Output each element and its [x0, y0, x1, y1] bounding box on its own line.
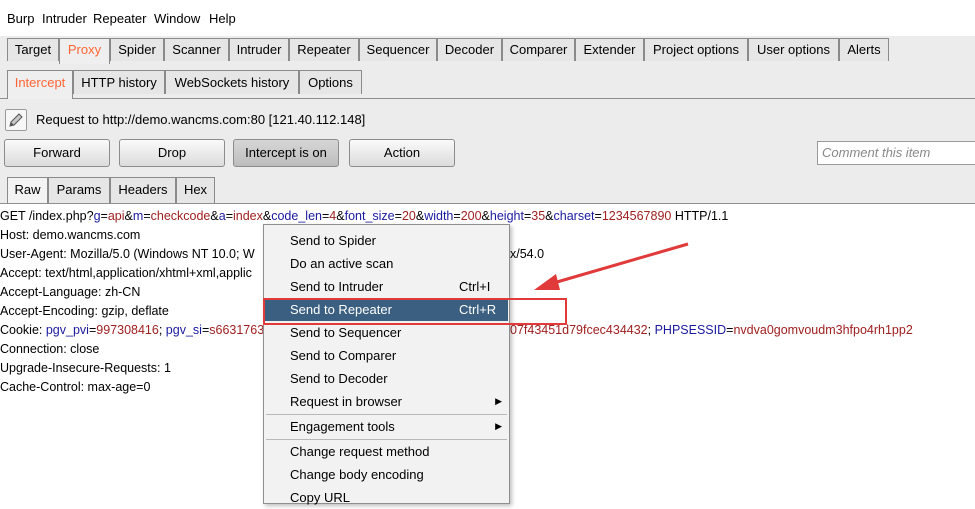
header-upgrade-insecure: Upgrade-Insecure-Requests: 1 — [0, 361, 171, 375]
tab-intruder[interactable]: Intruder — [229, 38, 289, 61]
header-cookie-tail: 07f43451d79fcec434432; PHPSESSID=nvdva0g… — [510, 323, 913, 337]
tab-alerts[interactable]: Alerts — [839, 38, 889, 61]
subtab-http-history[interactable]: HTTP history — [73, 70, 165, 94]
action-button[interactable]: Action — [349, 139, 455, 167]
editor-tab-bar: Raw Params Headers Hex — [0, 173, 975, 204]
submenu-arrow-icon: ▶ — [495, 421, 502, 431]
menu-help[interactable]: Help — [209, 11, 236, 26]
main-tab-bar: Target Proxy Spider Scanner Intruder Rep… — [0, 36, 975, 65]
request-target-label: Request to http://demo.wancms.com:80 [12… — [36, 112, 366, 127]
menu-window[interactable]: Window — [154, 11, 200, 26]
subtab-websockets-history[interactable]: WebSockets history — [165, 70, 299, 94]
header-accept-encoding: Accept-Encoding: gzip, deflate — [0, 304, 169, 318]
menu-item-send-to-spider[interactable]: Send to Spider — [265, 229, 508, 252]
tab-scanner[interactable]: Scanner — [164, 38, 229, 61]
comment-input[interactable]: Comment this item — [817, 141, 975, 165]
tab-comparer[interactable]: Comparer — [502, 38, 575, 61]
subtab-intercept[interactable]: Intercept — [7, 70, 73, 99]
menu-item-copy-url[interactable]: Copy URL — [265, 486, 508, 509]
menu-item-active-scan[interactable]: Do an active scan — [265, 252, 508, 275]
menu-item-engagement-tools[interactable]: Engagement tools ▶ — [265, 415, 508, 438]
intercept-toggle-button[interactable]: Intercept is on — [233, 139, 339, 167]
header-cookie: Cookie: pgv_pvi=997308416; pgv_si=s66317… — [0, 323, 265, 337]
tab-headers[interactable]: Headers — [110, 177, 176, 203]
tab-proxy[interactable]: Proxy — [59, 38, 110, 64]
tab-hex[interactable]: Hex — [176, 177, 215, 203]
tab-project-options[interactable]: Project options — [644, 38, 748, 61]
menu-item-change-body-encoding[interactable]: Change body encoding — [265, 463, 508, 486]
tab-decoder[interactable]: Decoder — [437, 38, 502, 61]
header-cache-control: Cache-Control: max-age=0 — [0, 380, 151, 394]
pencil-icon[interactable] — [5, 109, 27, 131]
forward-button[interactable]: Forward — [4, 139, 110, 167]
tab-params[interactable]: Params — [48, 177, 110, 203]
tab-extender[interactable]: Extender — [575, 38, 644, 61]
annotation-highlight-box — [263, 298, 567, 325]
annotation-arrow-icon — [534, 242, 689, 290]
tab-user-options[interactable]: User options — [748, 38, 839, 61]
submenu-arrow-icon: ▶ — [495, 396, 502, 406]
menu-intruder[interactable]: Intruder — [42, 11, 87, 26]
menu-bar: Burp Intruder Repeater Window Help — [0, 0, 975, 36]
menu-item-send-to-comparer[interactable]: Send to Comparer — [265, 344, 508, 367]
header-host: Host: demo.wancms.com — [0, 228, 141, 242]
tab-sequencer[interactable]: Sequencer — [359, 38, 437, 61]
tab-spider[interactable]: Spider — [110, 38, 164, 61]
tab-target[interactable]: Target — [7, 38, 59, 61]
menu-repeater[interactable]: Repeater — [93, 11, 146, 26]
menu-item-send-to-decoder[interactable]: Send to Decoder — [265, 367, 508, 390]
header-accept-language: Accept-Language: zh-CN — [0, 285, 141, 299]
context-menu: Send to Spider Do an active scan Send to… — [263, 224, 510, 505]
request-line: GET /index.php?g=api&m=checkcode&a=index… — [0, 209, 729, 223]
tab-repeater[interactable]: Repeater — [289, 38, 359, 61]
menu-item-change-request-method[interactable]: Change request method — [265, 440, 508, 463]
header-accept: Accept: text/html,application/xhtml+xml,… — [0, 266, 252, 280]
proxy-subtab-bar: Intercept HTTP history WebSockets histor… — [0, 64, 975, 99]
subtab-options[interactable]: Options — [299, 70, 362, 94]
menu-burp[interactable]: Burp — [7, 11, 34, 26]
header-connection: Connection: close — [0, 342, 100, 356]
menu-item-send-to-intruder[interactable]: Send to Intruder Ctrl+I — [265, 275, 508, 298]
tab-raw[interactable]: Raw — [7, 177, 48, 203]
menu-item-request-in-browser[interactable]: Request in browser ▶ — [265, 390, 508, 413]
drop-button[interactable]: Drop — [119, 139, 225, 167]
header-user-agent: User-Agent: Mozilla/5.0 (Windows NT 10.0… — [0, 247, 255, 261]
